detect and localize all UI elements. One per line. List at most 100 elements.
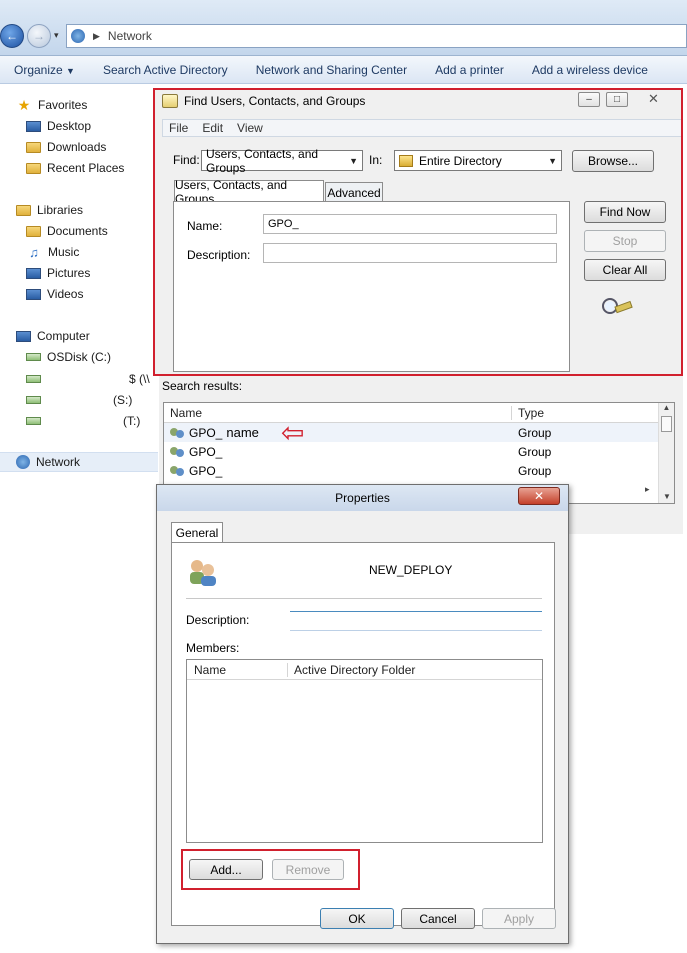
- description-label: Description:: [187, 248, 251, 262]
- group-icon: [187, 557, 219, 587]
- name-label: Name:: [187, 219, 223, 233]
- downloads-folder-icon: [26, 141, 41, 153]
- nav-computer[interactable]: Computer: [16, 326, 90, 346]
- cancel-button[interactable]: Cancel: [401, 908, 475, 929]
- menu-edit[interactable]: Edit: [202, 121, 223, 135]
- stop-button[interactable]: Stop: [584, 230, 666, 252]
- tab-advanced[interactable]: Advanced: [325, 182, 383, 202]
- tab-users-contacts-groups[interactable]: Users, Contacts, and Groups: [174, 178, 324, 206]
- clear-all-button[interactable]: Clear All: [584, 259, 666, 281]
- nav-videos[interactable]: Videos: [26, 284, 83, 304]
- nav-osdisk[interactable]: OSDisk (C:): [26, 347, 111, 367]
- name-annotation: name: [226, 425, 259, 440]
- search-active-directory-button[interactable]: Search Active Directory: [89, 63, 242, 77]
- search-results-label: Search results:: [162, 379, 243, 393]
- drive-icon: [26, 353, 41, 361]
- menu-view[interactable]: View: [237, 121, 263, 135]
- col-header-member-name[interactable]: Name: [187, 662, 288, 677]
- scroll-down-arrow-icon[interactable]: ▼: [659, 492, 675, 501]
- nav-network-drive-2[interactable]: (S:): [26, 390, 132, 410]
- search-flashlight-icon: [601, 296, 633, 318]
- tab-general[interactable]: General: [171, 522, 223, 543]
- chevron-down-icon: ▼: [349, 155, 358, 166]
- add-printer-button[interactable]: Add a printer: [421, 63, 518, 77]
- minimize-button[interactable]: –: [578, 92, 600, 107]
- find-users-dialog: Find Users, Contacts, and Groups – □ ✕ F…: [153, 88, 683, 376]
- chevron-down-icon: ▼: [66, 65, 75, 76]
- network-drive-icon: [26, 417, 41, 425]
- properties-dialog: Properties ✕ General NEW_DEPLOY Descript…: [156, 484, 569, 944]
- in-location-select[interactable]: Entire Directory ▼: [394, 150, 562, 171]
- results-header: Name Type: [164, 403, 674, 423]
- col-header-type[interactable]: Type: [512, 406, 652, 420]
- add-wireless-device-button[interactable]: Add a wireless device: [518, 63, 662, 77]
- in-label: In:: [369, 153, 383, 167]
- computer-icon: [16, 330, 31, 342]
- find-menu-bar: File Edit View: [162, 119, 682, 137]
- col-header-ad-folder[interactable]: Active Directory Folder: [288, 663, 538, 677]
- nav-network-drive-3[interactable]: (T:): [26, 411, 140, 431]
- find-type-select[interactable]: Users, Contacts, and Groups ▼: [201, 147, 363, 175]
- network-drive-icon: [26, 375, 41, 383]
- network-drive-icon: [26, 396, 41, 404]
- recent-places-icon: [26, 162, 41, 174]
- col-header-name[interactable]: Name: [164, 405, 512, 420]
- history-dropdown-icon[interactable]: ▾: [54, 30, 59, 41]
- network-sharing-center-button[interactable]: Network and Sharing Center: [242, 63, 421, 77]
- apply-button[interactable]: Apply: [482, 908, 556, 929]
- nav-libraries[interactable]: Libraries: [16, 200, 83, 220]
- network-icon: [71, 29, 85, 43]
- scroll-right-arrow-icon[interactable]: ▸: [645, 484, 650, 495]
- members-label: Members:: [186, 641, 240, 655]
- table-row[interactable]: GPO_ Group: [164, 461, 674, 480]
- table-row[interactable]: GPO_ Group: [164, 442, 674, 461]
- nav-favorites[interactable]: ★ Favorites: [16, 95, 88, 115]
- description-field[interactable]: [290, 611, 542, 631]
- scroll-up-arrow-icon[interactable]: ▲: [659, 403, 674, 412]
- add-member-button[interactable]: Add...: [189, 859, 263, 880]
- name-input[interactable]: GPO_: [263, 214, 557, 234]
- remove-member-button[interactable]: Remove: [272, 859, 344, 880]
- properties-title: Properties: [335, 491, 390, 505]
- scroll-thumb[interactable]: [661, 416, 672, 432]
- nav-network[interactable]: Network: [0, 452, 158, 472]
- nav-pictures[interactable]: Pictures: [26, 263, 90, 283]
- general-panel: NEW_DEPLOY Description: Members: Name Ac…: [171, 542, 555, 926]
- pictures-icon: [26, 267, 41, 279]
- address-text: Network: [107, 29, 152, 43]
- libraries-icon: [16, 204, 31, 216]
- nav-documents[interactable]: Documents: [26, 221, 108, 241]
- ok-button[interactable]: OK: [320, 908, 394, 929]
- nav-recent-places[interactable]: Recent Places: [26, 158, 124, 178]
- address-bar[interactable]: ▶ Network: [66, 24, 687, 48]
- group-name: NEW_DEPLOY: [369, 563, 453, 577]
- maximize-button[interactable]: □: [606, 92, 628, 107]
- nav-downloads[interactable]: Downloads: [26, 137, 106, 157]
- nav-desktop[interactable]: Desktop: [26, 116, 91, 136]
- navigation-pane: ★ Favorites Desktop Downloads Recent Plac…: [0, 84, 158, 953]
- desktop-icon: [26, 120, 41, 132]
- results-vertical-scrollbar[interactable]: ▲ ▼: [658, 403, 674, 503]
- description-input[interactable]: [263, 243, 557, 263]
- close-icon[interactable]: ✕: [648, 91, 659, 107]
- back-arrow-icon[interactable]: ←: [0, 24, 24, 48]
- videos-icon: [26, 288, 41, 300]
- find-label: Find:: [173, 153, 200, 167]
- forward-arrow-icon[interactable]: →: [27, 24, 51, 48]
- close-button[interactable]: ✕: [518, 487, 560, 505]
- menu-file[interactable]: File: [169, 121, 188, 135]
- search-criteria-panel: Name: GPO_ Description:: [173, 201, 570, 372]
- divider: [186, 598, 542, 599]
- group-icon: [170, 464, 186, 477]
- breadcrumb-separator-icon: ▶: [93, 30, 100, 41]
- group-icon: [170, 426, 186, 439]
- table-row[interactable]: GPO_ name ⇦ Group: [164, 418, 674, 446]
- members-list[interactable]: Name Active Directory Folder: [186, 659, 543, 843]
- nav-network-drive-1[interactable]: $ (\\: [26, 369, 150, 389]
- browse-button[interactable]: Browse...: [572, 150, 654, 172]
- star-icon: ★: [17, 97, 31, 113]
- members-header: Name Active Directory Folder: [187, 660, 542, 680]
- find-now-button[interactable]: Find Now: [584, 201, 666, 223]
- organize-button[interactable]: Organize ▼: [0, 63, 89, 77]
- nav-music[interactable]: ♫ Music: [26, 242, 79, 262]
